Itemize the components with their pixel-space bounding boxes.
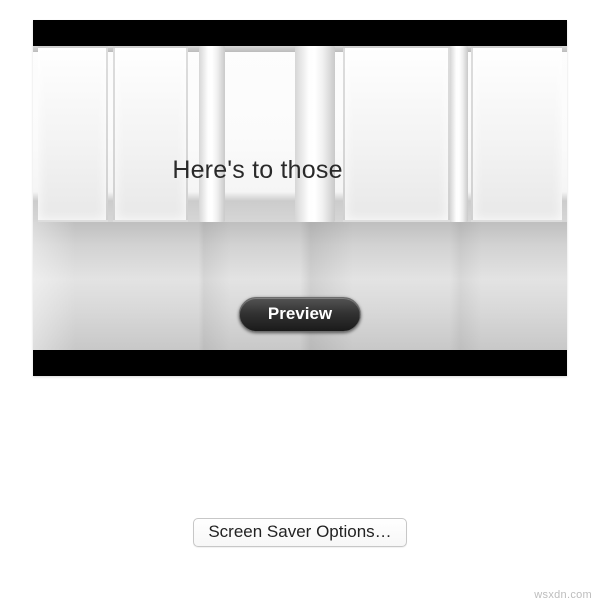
screensaver-caption: Here's to those bbox=[33, 156, 567, 185]
letterbox-top bbox=[33, 20, 567, 46]
screensaver-preview-thumbnail[interactable]: Here's to those Preview bbox=[33, 20, 567, 376]
watermark-text: wsxdn.com bbox=[534, 589, 592, 601]
screensaver-settings-panel: Here's to those Preview Screen Saver Opt… bbox=[0, 0, 600, 605]
letterbox-bottom bbox=[33, 350, 567, 376]
screen-saver-options-button[interactable]: Screen Saver Options… bbox=[193, 518, 406, 547]
preview-button[interactable]: Preview bbox=[239, 297, 361, 332]
